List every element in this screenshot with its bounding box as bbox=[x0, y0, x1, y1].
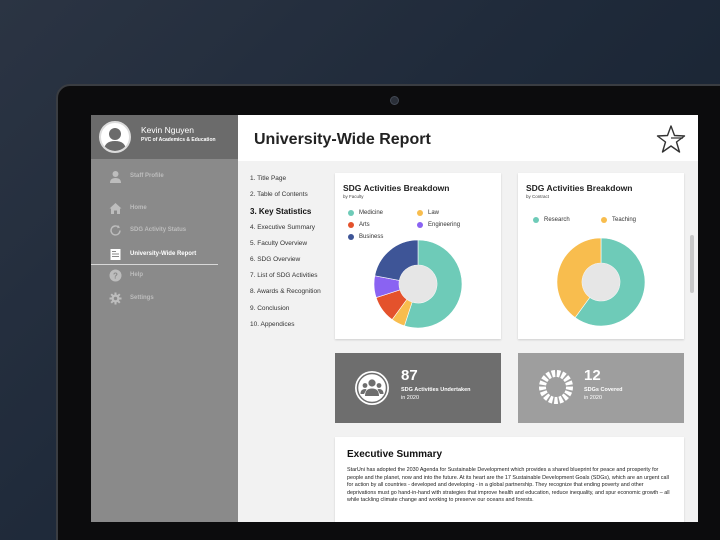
legend-arts: Arts bbox=[348, 222, 370, 228]
stat-card-activities: 87 SDG Activities Undertaken in 2020 bbox=[335, 353, 501, 423]
legend-swatch bbox=[417, 210, 423, 216]
app-screen: Kevin Nguyen PVC of Academics & Educatio… bbox=[91, 115, 698, 522]
sdg-wheel-segment bbox=[565, 386, 573, 391]
sidebar-item-label: Home bbox=[130, 205, 147, 211]
legend-teaching: Teaching bbox=[601, 217, 636, 223]
person-icon bbox=[110, 170, 121, 183]
page-title: University-Wide Report bbox=[254, 131, 431, 148]
legend-swatch bbox=[348, 210, 354, 216]
sidebar-item-home[interactable]: Home bbox=[91, 198, 238, 218]
sidebar-item-label: Staff Profile bbox=[130, 173, 164, 179]
profile-header[interactable]: Kevin Nguyen PVC of Academics & Educatio… bbox=[91, 115, 238, 159]
legend-swatch bbox=[601, 217, 607, 223]
executive-summary-title: Executive Summary bbox=[347, 449, 443, 460]
legend-swatch bbox=[417, 222, 423, 228]
legend-label: Arts bbox=[359, 222, 370, 228]
toc-item-table-of-contents[interactable]: 2. Table of Contents bbox=[250, 191, 335, 207]
camera-icon bbox=[390, 96, 399, 105]
legend-swatch bbox=[348, 222, 354, 228]
sidebar-item-label: University-Wide Report bbox=[130, 251, 197, 257]
refresh-icon bbox=[110, 224, 121, 236]
page-header: University-Wide Report bbox=[238, 115, 698, 161]
legend-label: Research bbox=[544, 217, 570, 223]
toc-item-list-of-sdg-activities[interactable]: 7. List of SDG Activities bbox=[250, 272, 335, 288]
sidebar-item-label: SDG Activity Status bbox=[130, 227, 187, 233]
sidebar-item-help[interactable]: ? Help bbox=[91, 265, 238, 285]
gear-icon bbox=[109, 292, 122, 304]
sidebar-item-university-wide-report[interactable]: University-Wide Report bbox=[91, 244, 238, 264]
legend-label: Law bbox=[428, 210, 440, 216]
contract-donut-chart bbox=[556, 237, 646, 327]
toc-item-appendices[interactable]: 10. Appendices bbox=[250, 321, 335, 337]
sidebar-item-settings[interactable]: Settings bbox=[91, 288, 238, 308]
help-icon: ? bbox=[109, 269, 122, 281]
avatar bbox=[99, 121, 131, 153]
legend-label: Engineering bbox=[428, 222, 461, 228]
faculty-chart-card: SDG Activities Breakdown by Faculty Medi… bbox=[335, 173, 501, 339]
sdg-wheel-segment bbox=[565, 380, 573, 386]
chart-title: SDG Activities Breakdown bbox=[343, 183, 450, 193]
donut-hole bbox=[399, 265, 437, 303]
star-logo-icon[interactable] bbox=[656, 124, 686, 154]
avatar-silhouette-icon bbox=[104, 128, 126, 151]
faculty-donut-chart bbox=[373, 239, 463, 329]
chart-subtitle: by Contract bbox=[526, 194, 550, 199]
profile-name: Kevin Nguyen bbox=[141, 125, 194, 135]
stat-card-sdgs: 12 SDGs Covered in 2020 bbox=[518, 353, 684, 423]
legend-medicine: Medicine bbox=[348, 210, 383, 216]
chart-subtitle: by Faculty bbox=[343, 194, 364, 199]
sdg-wheel-segment bbox=[539, 386, 547, 391]
people-icon bbox=[355, 371, 389, 405]
stat-label: SDG Activities Undertaken bbox=[401, 387, 471, 393]
sidebar: Kevin Nguyen PVC of Academics & Educatio… bbox=[91, 115, 238, 522]
sdg-wheel-segment bbox=[556, 370, 562, 378]
sidebar-item-label: Help bbox=[130, 272, 144, 278]
main-content: University-Wide Report 1. Title Page 2. … bbox=[238, 115, 698, 522]
svg-text:?: ? bbox=[113, 271, 118, 280]
toc-item-faculty-overview[interactable]: 5. Faculty Overview bbox=[250, 240, 335, 256]
legend-swatch bbox=[348, 234, 354, 240]
stat-label: SDGs Covered bbox=[584, 387, 623, 393]
report-icon bbox=[110, 248, 121, 260]
table-of-contents: 1. Title Page 2. Table of Contents 3. Ke… bbox=[250, 175, 335, 337]
stat-sublabel: in 2020 bbox=[401, 395, 420, 401]
sidebar-item-staff-profile[interactable]: Staff Profile bbox=[91, 166, 238, 186]
legend-label: Medicine bbox=[359, 210, 384, 216]
executive-summary-card: Executive Summary StarUni has adopted th… bbox=[335, 437, 684, 522]
scrollbar[interactable] bbox=[690, 235, 694, 293]
stat-number: 87 bbox=[401, 367, 418, 384]
legend-engineering: Engineering bbox=[417, 222, 460, 228]
sdg-wheel-segment bbox=[539, 380, 547, 386]
home-icon bbox=[109, 202, 122, 214]
sidebar-item-label: Settings bbox=[130, 295, 154, 301]
toc-item-awards-recognition[interactable]: 8. Awards & Recognition bbox=[250, 288, 335, 304]
sdg-wheel-segment bbox=[550, 370, 556, 378]
sdg-wheel-icon bbox=[539, 370, 573, 404]
donut-hole bbox=[582, 263, 620, 301]
toc-item-executive-summary[interactable]: 4. Executive Summary bbox=[250, 224, 335, 240]
executive-summary-text: StarUni has adopted the 2030 Agenda for … bbox=[347, 467, 670, 504]
legend-law: Law bbox=[417, 210, 439, 216]
toc-item-conclusion[interactable]: 9. Conclusion bbox=[250, 305, 335, 321]
toc-item-sdg-overview[interactable]: 6. SDG Overview bbox=[250, 256, 335, 272]
stat-number: 12 bbox=[584, 367, 601, 384]
sidebar-item-sdg-activity-status[interactable]: SDG Activity Status bbox=[91, 220, 238, 240]
contract-chart-card: SDG Activities Breakdown by Contract Res… bbox=[518, 173, 684, 339]
legend-label: Teaching bbox=[612, 217, 637, 223]
legend-research: Research bbox=[533, 217, 570, 223]
profile-role: PVC of Academics & Education bbox=[141, 137, 216, 143]
toc-item-title-page[interactable]: 1. Title Page bbox=[250, 175, 335, 191]
legend-swatch bbox=[533, 217, 539, 223]
toc-item-key-statistics[interactable]: 3. Key Statistics bbox=[250, 207, 335, 223]
stat-sublabel: in 2020 bbox=[584, 395, 603, 401]
sdg-wheel-segment bbox=[553, 396, 559, 404]
chart-title: SDG Activities Breakdown bbox=[526, 183, 633, 193]
